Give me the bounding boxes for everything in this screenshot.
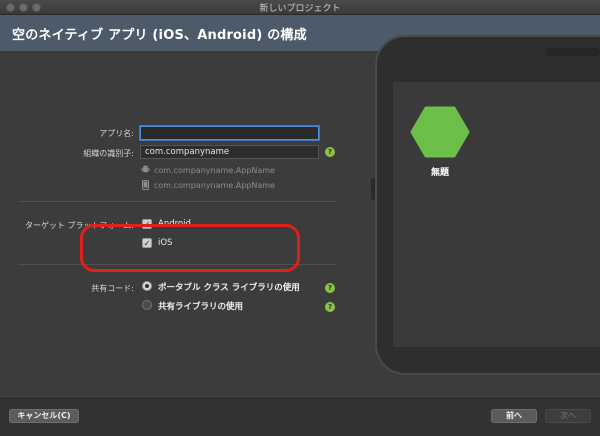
android-bundle-id: com.companyname.AppName — [154, 166, 275, 175]
shared-library-radio[interactable] — [142, 300, 152, 310]
app-name-label: アプリ名: — [99, 129, 134, 138]
org-id-input[interactable]: com.companyname — [140, 145, 319, 159]
app-hexagon-icon — [410, 106, 470, 158]
portable-library-radio[interactable] — [142, 281, 152, 291]
next-button[interactable]: 次へ — [545, 409, 591, 423]
org-id-label: 組織の識別子: — [83, 149, 134, 158]
highlight-annotation — [80, 224, 300, 272]
app-name-input[interactable] — [140, 126, 319, 140]
portable-library-label: ポータブル クラス ライブラリの使用 — [158, 283, 300, 293]
back-button[interactable]: 前へ — [491, 409, 537, 423]
page-title: 空のネイティブ アプリ (iOS、Android) の構成 — [12, 28, 307, 43]
android-icon — [141, 165, 150, 176]
section-divider — [18, 201, 336, 202]
cancel-button[interactable]: キャンセル(C) — [9, 409, 79, 423]
ios-device-icon — [142, 180, 149, 192]
shared-code-label: 共有コード: — [91, 284, 134, 293]
app-preview-name: 無題 — [430, 168, 449, 178]
org-id-help-icon[interactable]: ? — [325, 147, 335, 157]
phone-side-button — [371, 178, 375, 200]
new-project-window: 新しいプロジェクト 空のネイティブ アプリ (iOS、Android) の構成 … — [0, 0, 600, 436]
footer-bar: キャンセル(C) 前へ 次へ — [0, 398, 600, 436]
title-bar: 新しいプロジェクト — [0, 0, 600, 15]
window-title: 新しいプロジェクト — [259, 4, 341, 14]
ios-bundle-id: com.companyname.AppName — [154, 181, 275, 190]
phone-speaker — [545, 48, 600, 56]
shared-library-label: 共有ライブラリの使用 — [158, 302, 244, 312]
portable-library-help-icon[interactable]: ? — [325, 283, 335, 293]
shared-library-help-icon[interactable]: ? — [325, 302, 335, 312]
